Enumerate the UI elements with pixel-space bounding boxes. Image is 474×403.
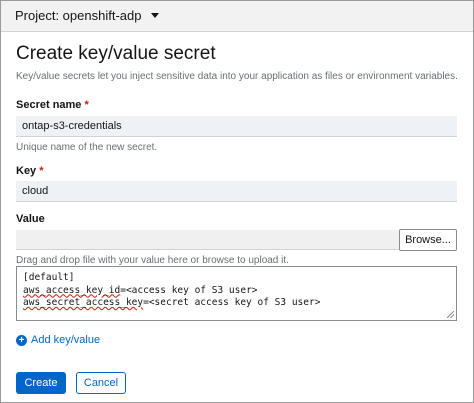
textarea-line: aws_access_key_id=<access key of S3 user… [23, 284, 258, 296]
add-key-value-label: Add key/value [31, 334, 101, 346]
secret-name-input[interactable]: ontap-s3-credentials [16, 116, 457, 137]
add-key-value-link[interactable]: + Add key/value [16, 334, 100, 346]
spellcheck-word: aws_secret_access_key [23, 297, 144, 308]
value-textarea[interactable]: [default] aws_access_key_id=<access key o… [16, 266, 457, 321]
page-description: Key/value secrets let you inject sensiti… [16, 71, 458, 82]
project-selector[interactable]: Project: openshift-adp [15, 8, 160, 23]
cancel-button[interactable]: Cancel [76, 372, 126, 394]
required-marker: * [39, 165, 44, 177]
resize-grip-icon[interactable] [447, 311, 454, 318]
secret-name-helper: Unique name of the new secret. [16, 142, 158, 153]
textarea-line: [default] [23, 272, 75, 283]
browse-button[interactable]: Browse... [399, 229, 457, 251]
file-drop-input[interactable] [16, 230, 399, 250]
project-bar: Project: openshift-adp [1, 1, 473, 32]
value-label: Value [16, 213, 45, 225]
required-marker: * [84, 99, 89, 111]
value-helper: Drag and drop file with your value here … [16, 255, 289, 266]
caret-down-icon [151, 13, 160, 18]
key-input[interactable]: cloud [16, 181, 457, 202]
project-label: Project: openshift-adp [15, 8, 142, 23]
plus-circle-icon: + [16, 334, 27, 346]
create-button[interactable]: Create [16, 372, 66, 394]
page-title: Create key/value secret [16, 43, 216, 64]
secret-name-label: Secret name * [16, 99, 89, 111]
textarea-line: aws_secret_access_key=<secret access key… [23, 297, 321, 308]
spellcheck-word: aws_access_key_id [23, 284, 121, 296]
key-label: Key * [16, 165, 44, 177]
